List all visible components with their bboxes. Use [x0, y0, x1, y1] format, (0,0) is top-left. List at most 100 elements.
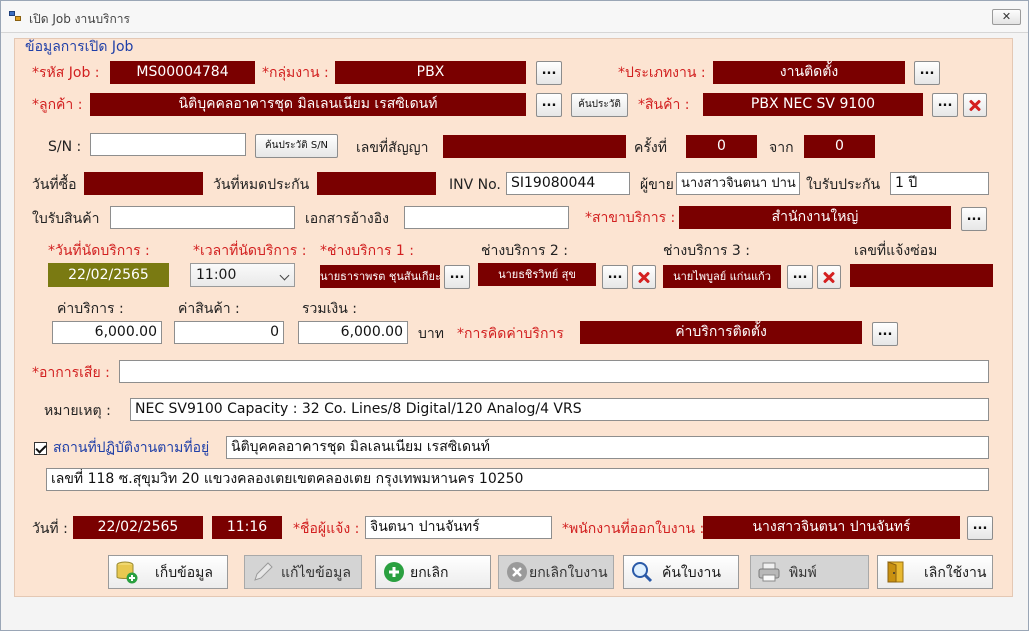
note-label: หมายเหตุ :	[44, 403, 111, 419]
contract-label: เลขที่สัญญา	[356, 140, 429, 156]
serial-label: S/N :	[48, 139, 82, 155]
repair-no-label: เลขที่แจ้งซ่อม	[854, 243, 938, 259]
cancel-circle-icon	[507, 562, 527, 582]
save-button-label: เก็บข้อมูล	[155, 565, 213, 581]
seller-input[interactable]: นางสาวจินตนา ปาน	[676, 172, 800, 195]
symptom-input[interactable]	[119, 360, 989, 383]
technician1-label: *ช่างบริการ 1 :	[320, 243, 414, 259]
receipt-input[interactable]	[110, 206, 295, 229]
app-icon	[9, 11, 23, 23]
job-code-label: *รหัส Job :	[32, 65, 100, 81]
technician3-browse-button[interactable]: ...	[787, 265, 813, 289]
warranty-label: ใบรับประกัน	[806, 177, 881, 193]
of-field: 0	[804, 135, 875, 158]
branch-field: สำนักงานใหญ่	[679, 206, 951, 229]
appointment-date-label: *วันที่นัดบริการ :	[48, 243, 150, 259]
technician1-browse-button[interactable]: ...	[444, 265, 470, 289]
product-field: PBX NEC SV 9100	[703, 93, 923, 116]
total-input[interactable]: 6,000.00	[298, 321, 408, 344]
pencil-icon	[254, 562, 273, 581]
informer-input[interactable]: จินตนา ปานจันทร์	[365, 516, 552, 539]
issuer-label: *พนักงานที่ออกใบงาน :	[562, 521, 705, 537]
exit-button-label: เลิกใช้งาน	[924, 565, 987, 581]
exit-door-icon	[887, 561, 904, 583]
charge-type-browse-button[interactable]: ...	[872, 322, 898, 346]
job-form-panel	[14, 38, 1013, 597]
receipt-label: ใบรับสินค้า	[32, 211, 100, 227]
service-cost-input[interactable]: 6,000.00	[52, 321, 162, 344]
product-cost-label: ค่าสินค้า :	[178, 301, 240, 317]
inv-input[interactable]: SI19080044	[506, 172, 630, 195]
times-field: 0	[686, 135, 757, 158]
cancel-button[interactable]: ยกเลิก	[375, 555, 491, 589]
warranty-input[interactable]: 1 ปี	[890, 172, 989, 195]
technician2-label: ช่างบริการ 2 :	[481, 243, 568, 259]
inv-label: INV No.	[449, 177, 501, 193]
title-bar: เปิด Job งานบริการ ✕	[1, 1, 1028, 33]
exit-button[interactable]: เลิกใช้งาน	[877, 555, 993, 589]
footer-time-field: 11:16	[212, 516, 282, 539]
footer-date-field: 22/02/2565	[73, 516, 203, 539]
product-clear-icon[interactable]	[963, 93, 987, 117]
plus-circle-icon	[384, 562, 404, 582]
technician3-label: ช่างบริการ 3 :	[663, 243, 750, 259]
site-address-checkbox[interactable]	[34, 442, 47, 455]
site-name-input[interactable]: นิติบุคคลอาคารชุด มิลเลนเนียม เรสซิเดนท์	[226, 436, 989, 459]
window-title: เปิด Job งานบริการ	[29, 12, 130, 26]
print-button-label: พิมพ์	[789, 565, 817, 581]
edit-button-label: แก้ไขข้อมูล	[281, 565, 351, 581]
customer-history-button[interactable]: ค้นประวัติ	[571, 93, 628, 117]
job-type-field: งานติดตั้ง	[713, 61, 905, 84]
print-button[interactable]: พิมพ์	[750, 555, 869, 589]
footer-date-label: วันที่ :	[32, 521, 68, 537]
warranty-end-label: วันที่หมดประกัน	[213, 177, 310, 193]
appointment-time-value: 11:00	[196, 267, 237, 283]
times-label: ครั้งที่	[634, 140, 667, 156]
warranty-end-field	[317, 172, 436, 195]
appointment-time-select[interactable]: 11:00	[190, 263, 295, 287]
search-job-button[interactable]: ค้นใบงาน	[623, 555, 739, 589]
save-button[interactable]: เก็บข้อมูล	[108, 555, 228, 589]
group-field: PBX	[335, 61, 526, 84]
job-code-field: MS00004784	[110, 61, 255, 84]
currency-label: บาท	[418, 326, 444, 342]
cancel-button-label: ยกเลิก	[410, 565, 449, 581]
informer-label: *ชื่อผู้แจ้ง :	[293, 521, 360, 537]
reference-doc-input[interactable]	[404, 206, 569, 229]
appointment-date-field[interactable]: 22/02/2565	[48, 263, 169, 287]
site-address-input[interactable]: เลขที่ 118 ซ.สุขุมวิท 20 แขวงคลองเตยเขตค…	[46, 468, 989, 491]
charge-type-label: *การคิดค่าบริการ	[457, 326, 564, 342]
close-icon[interactable]: ✕	[992, 9, 1021, 25]
note-input[interactable]: NEC SV9100 Capacity : 32 Co. Lines/8 Dig…	[130, 398, 989, 421]
buy-date-field	[84, 172, 203, 195]
reference-doc-label: เอกสารอ้างอิง	[305, 211, 389, 227]
job-type-browse-button[interactable]: ...	[914, 61, 940, 85]
symptom-label: *อาการเสีย :	[32, 365, 110, 381]
site-address-label: สถานที่ปฏิบัติงานตามที่อยู่	[53, 440, 210, 456]
buy-date-label: วันที่ซื้อ	[32, 177, 77, 193]
product-browse-button[interactable]: ...	[932, 93, 958, 117]
edit-button[interactable]: แก้ไขข้อมูล	[244, 555, 362, 589]
technician2-clear-icon[interactable]	[632, 265, 656, 289]
customer-browse-button[interactable]: ...	[536, 93, 562, 117]
contract-field	[443, 135, 626, 158]
total-label: รวมเงิน :	[302, 301, 357, 317]
technician1-field: นายธาราพรต ชุนสันเกียะ	[320, 265, 440, 288]
seller-label: ผู้ขาย	[640, 177, 674, 193]
database-add-icon	[116, 561, 138, 584]
service-cost-label: ค่าบริการ :	[57, 301, 124, 317]
branch-browse-button[interactable]: ...	[961, 207, 987, 231]
technician3-field: นายไพบูลย์ แก่นแก้ว	[663, 265, 781, 288]
issuer-browse-button[interactable]: ...	[967, 516, 993, 540]
serial-history-button[interactable]: ค้นประวัติ S/N	[255, 134, 338, 158]
technician2-browse-button[interactable]: ...	[602, 265, 628, 289]
product-cost-input[interactable]: 0	[174, 321, 284, 344]
group-browse-button[interactable]: ...	[536, 61, 562, 85]
appointment-time-label: *เวลาที่นัดบริการ :	[193, 243, 307, 259]
cancel-job-button-label: ยกเลิกใบงาน	[529, 565, 608, 581]
serial-input[interactable]	[90, 133, 246, 156]
technician3-clear-icon[interactable]	[817, 265, 841, 289]
search-job-button-label: ค้นใบงาน	[662, 565, 721, 581]
product-label: *สินค้า :	[638, 97, 690, 113]
cancel-job-button[interactable]: ยกเลิกใบงาน	[498, 555, 614, 589]
